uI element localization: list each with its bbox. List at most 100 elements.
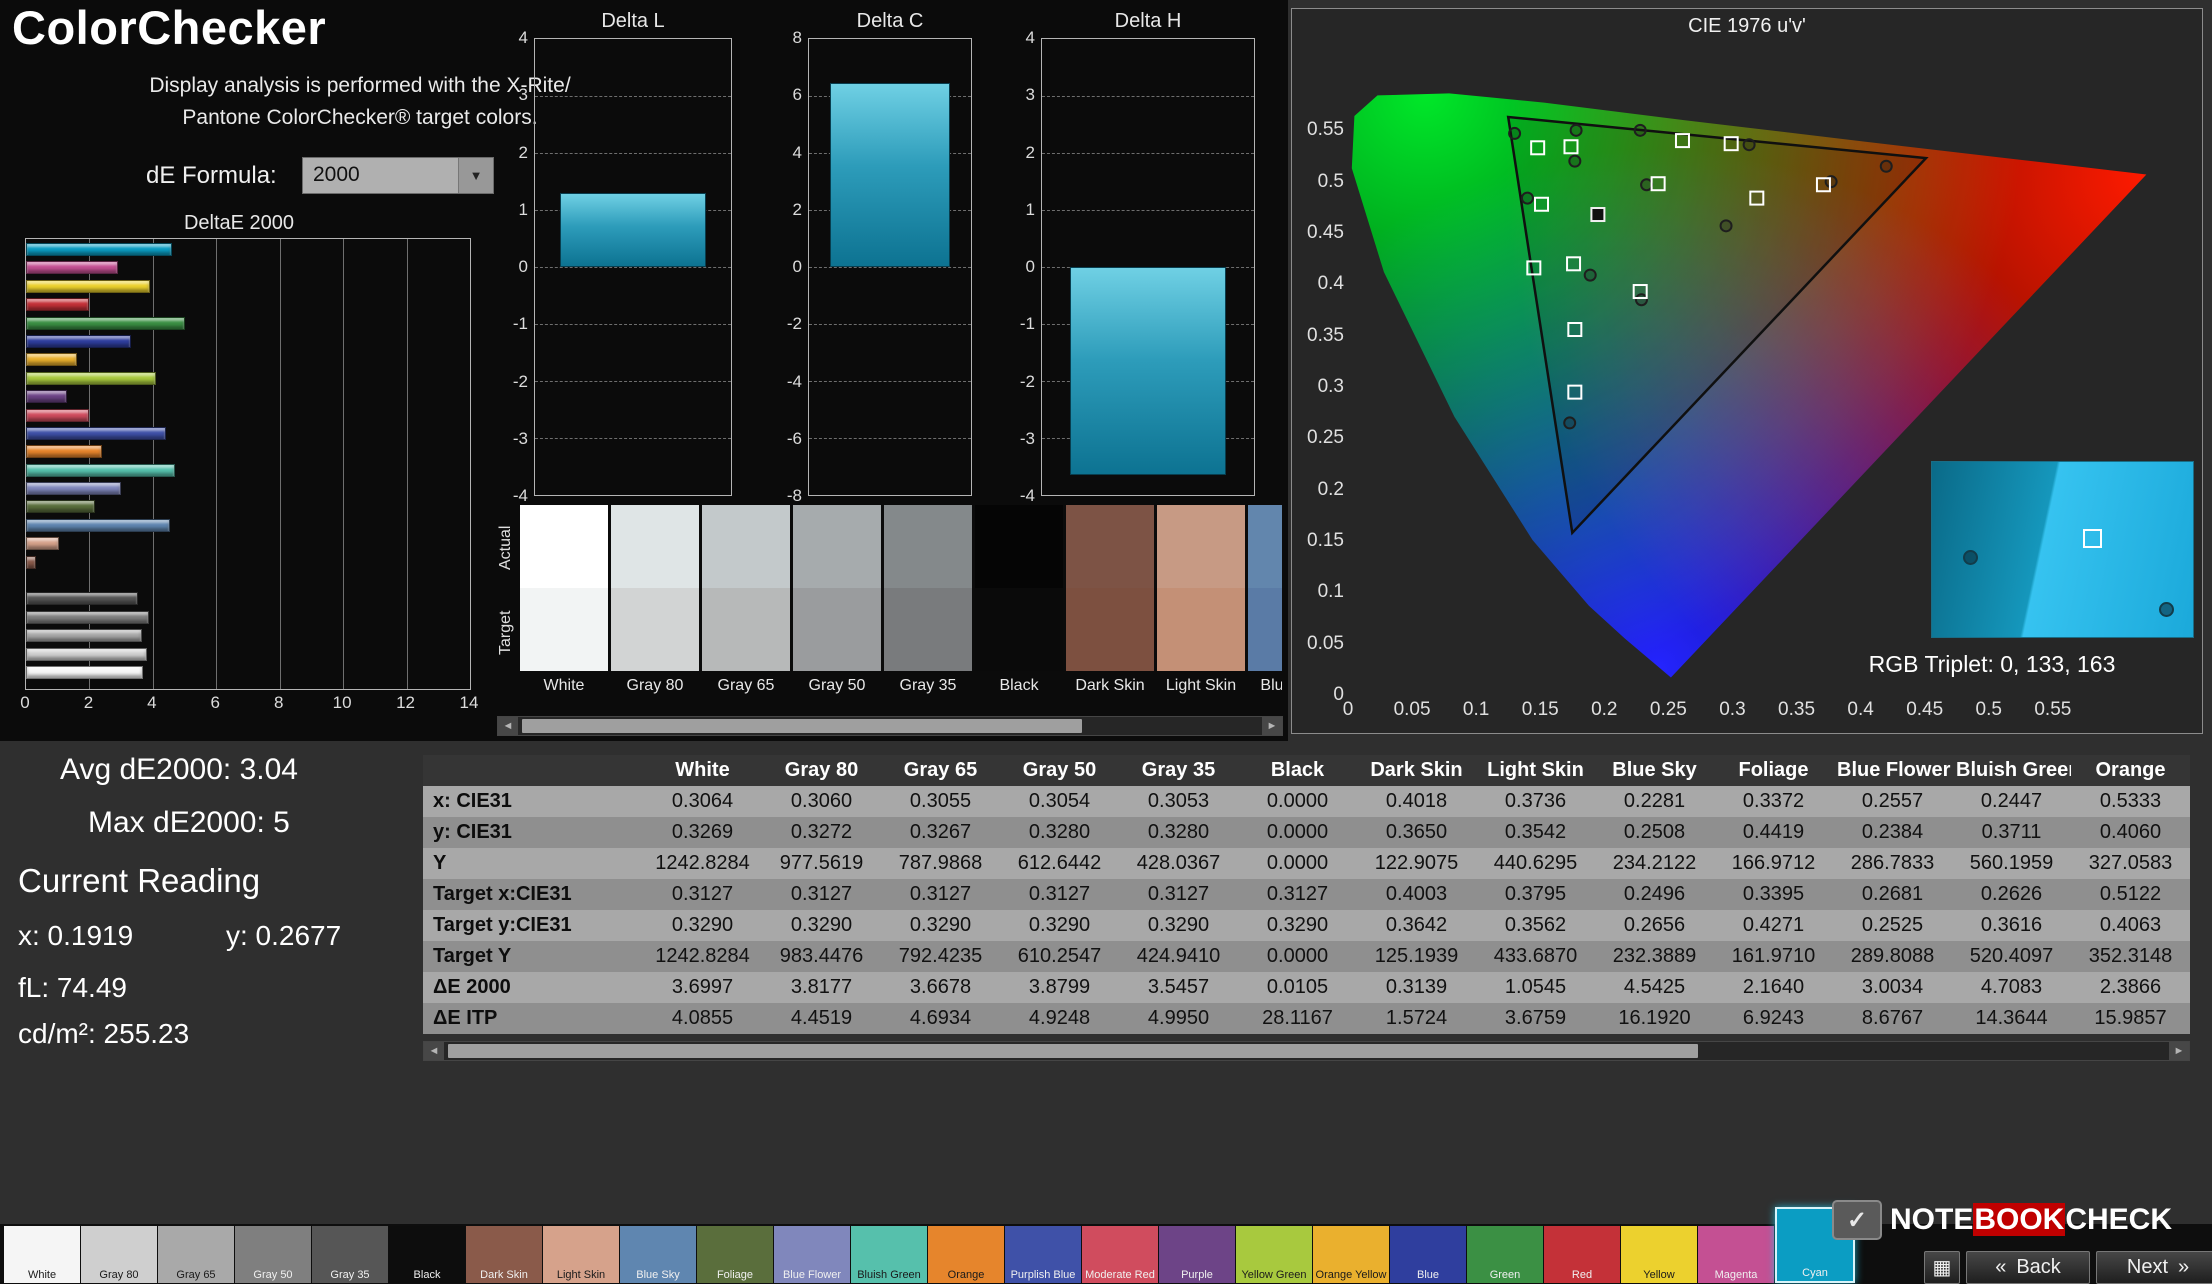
value-cell: 0.3127 bbox=[1028, 883, 1091, 905]
scrollbar-thumb[interactable] bbox=[522, 719, 1082, 733]
deltae-bar-moderate-red bbox=[26, 408, 90, 422]
patch-yellow-green[interactable]: Yellow Green bbox=[1236, 1226, 1312, 1283]
chevron-down-icon[interactable]: ▼ bbox=[458, 158, 493, 193]
swatch-light-skin: Light Skin bbox=[1157, 505, 1245, 701]
value-cell: 433.6870 bbox=[1493, 945, 1578, 967]
axis-tick-label: 0.45 bbox=[1307, 222, 1344, 243]
patch-gray-50[interactable]: Gray 50 bbox=[235, 1226, 311, 1283]
gridline bbox=[535, 324, 731, 325]
value-cell: 0.3290 bbox=[909, 914, 972, 936]
swatch-target bbox=[884, 588, 972, 671]
deltae-bar-row bbox=[26, 371, 470, 385]
axis-tick-label: -1 bbox=[1019, 314, 1035, 334]
next-button[interactable]: Next » bbox=[2096, 1251, 2212, 1284]
value-cell: 0.3127 bbox=[1266, 883, 1329, 905]
delta-l-plot bbox=[534, 38, 732, 496]
measured-point bbox=[1508, 126, 1522, 140]
deltae-bar-row bbox=[26, 463, 470, 477]
axis-tick-label: 4 bbox=[792, 142, 802, 162]
value-cell: 0.3562 bbox=[1504, 914, 1567, 936]
axis-tick-label: 0 bbox=[518, 257, 528, 276]
row-label: ΔE 2000 bbox=[433, 976, 511, 998]
deltae-bar-foliage bbox=[26, 500, 95, 514]
value-cell: 0.2557 bbox=[1861, 790, 1924, 812]
value-cell: 0.2626 bbox=[1980, 883, 2043, 905]
menu-button[interactable]: ▦ bbox=[1924, 1251, 1960, 1284]
value-cell: 161.9710 bbox=[1731, 945, 1816, 967]
deltae-bar-white bbox=[26, 665, 144, 679]
axis-tick-label: 0.5 bbox=[1975, 699, 2002, 720]
value-cell: 0.4060 bbox=[2099, 821, 2162, 843]
patch-magenta[interactable]: Magenta bbox=[1698, 1226, 1774, 1283]
patch-purple[interactable]: Purple bbox=[1159, 1226, 1235, 1283]
value-cell: 0.0000 bbox=[1266, 945, 1329, 967]
patch-bluish-green[interactable]: Bluish Green bbox=[851, 1226, 927, 1283]
back-button[interactable]: « Back bbox=[1966, 1251, 2090, 1284]
scrollbar-thumb[interactable] bbox=[448, 1044, 1698, 1058]
patch-blue-sky[interactable]: Blue Sky bbox=[620, 1226, 696, 1283]
measured-point bbox=[1634, 293, 1648, 307]
patch-dark-skin[interactable]: Dark Skin bbox=[466, 1226, 542, 1283]
value-cell: 792.4235 bbox=[898, 945, 983, 967]
row-label: Target x:CIE31 bbox=[433, 883, 572, 905]
patch-black[interactable]: Black bbox=[389, 1226, 465, 1283]
value-cell: 15.9857 bbox=[2094, 1007, 2167, 1029]
axis-tick-label: -4 bbox=[1019, 486, 1035, 505]
deltae-bar-gray-65 bbox=[26, 629, 143, 643]
scroll-right-icon[interactable]: ► bbox=[1262, 717, 1282, 735]
deltae-bar-row bbox=[26, 574, 470, 588]
swatch-white: White bbox=[520, 505, 608, 701]
patch-light-skin[interactable]: Light Skin bbox=[543, 1226, 619, 1283]
patch-moderate-red[interactable]: Moderate Red bbox=[1082, 1226, 1158, 1283]
patch-foliage[interactable]: Foliage bbox=[697, 1226, 773, 1283]
value-cell: 0.2508 bbox=[1623, 821, 1686, 843]
cie-title: CIE 1976 u'v' bbox=[1688, 15, 1806, 37]
deltae-bar-row bbox=[26, 500, 470, 514]
axis-tick-label: 0.4 bbox=[1317, 273, 1344, 295]
scroll-left-icon[interactable]: ◄ bbox=[424, 1042, 444, 1060]
patch-orange[interactable]: Orange bbox=[928, 1226, 1004, 1283]
row-label: y: CIE31 bbox=[433, 821, 512, 843]
axis-tick-label: 0.2 bbox=[1317, 478, 1344, 500]
swatch-target bbox=[702, 588, 790, 671]
swatch-label: Black bbox=[999, 677, 1039, 694]
swatch-actual bbox=[1157, 505, 1245, 588]
deltae-bar-cyan bbox=[26, 243, 172, 256]
patch-blue-flower[interactable]: Blue Flower bbox=[774, 1226, 850, 1283]
value-cell: 0.5122 bbox=[2099, 883, 2162, 905]
swatch-strip-scrollbar[interactable]: ◄ ► bbox=[497, 716, 1283, 736]
table-header-row: White Gray 80 Gray 65 Gray 50 Gray 35 Black Da… bbox=[423, 755, 2190, 786]
patch-label: Blue bbox=[1416, 1269, 1440, 1281]
row-label: Target y:CIE31 bbox=[433, 914, 572, 936]
scroll-right-icon[interactable]: ► bbox=[2169, 1042, 2189, 1060]
deltae-bar-row bbox=[26, 279, 470, 293]
patch-gray-65[interactable]: Gray 65 bbox=[158, 1226, 234, 1283]
swatch-actual bbox=[1248, 505, 1282, 588]
patch-green[interactable]: Green bbox=[1467, 1226, 1543, 1283]
delta-c-plot bbox=[808, 38, 972, 496]
patch-orange-yellow[interactable]: Orange Yellow bbox=[1313, 1226, 1389, 1283]
patch-gray-80[interactable]: Gray 80 bbox=[81, 1226, 157, 1283]
patch-gray-35[interactable]: Gray 35 bbox=[312, 1226, 388, 1283]
avg-de2000-stat: Avg dE2000: 3.04 bbox=[60, 753, 298, 786]
patch-yellow[interactable]: Yellow bbox=[1621, 1226, 1697, 1283]
patch-blue[interactable]: Blue bbox=[1390, 1226, 1466, 1283]
patch-red[interactable]: Red bbox=[1544, 1226, 1620, 1283]
value-cell: 0.0000 bbox=[1266, 821, 1329, 843]
axis-tick-label: 10 bbox=[332, 693, 352, 712]
current-y-value: y: 0.2677 bbox=[226, 920, 342, 951]
cie-y-axis: 0 0.05 0.1 0.15 0.2 0.25 0.3 0.35 0.4 0.45 0.5 0.55 bbox=[1298, 79, 1344, 705]
de-formula-dropdown[interactable]: 2000 ▼ bbox=[302, 157, 494, 194]
table-scrollbar[interactable]: ◄ ► bbox=[423, 1041, 2190, 1061]
axis-tick-label: -8 bbox=[786, 486, 802, 505]
axis-tick-label: 0.55 bbox=[1307, 119, 1344, 141]
value-cell: 610.2547 bbox=[1017, 945, 1102, 967]
axis-tick-label: -4 bbox=[512, 486, 528, 505]
patch-purplish-blue[interactable]: Purplish Blue bbox=[1005, 1226, 1081, 1283]
value-cell: 3.8177 bbox=[790, 976, 853, 998]
value-cell: 0.3127 bbox=[1147, 883, 1210, 905]
axis-tick-label: 6 bbox=[210, 693, 221, 712]
patch-white[interactable]: White bbox=[4, 1226, 80, 1283]
scroll-left-icon[interactable]: ◄ bbox=[498, 717, 518, 735]
de-formula-value: 2000 bbox=[313, 163, 360, 186]
